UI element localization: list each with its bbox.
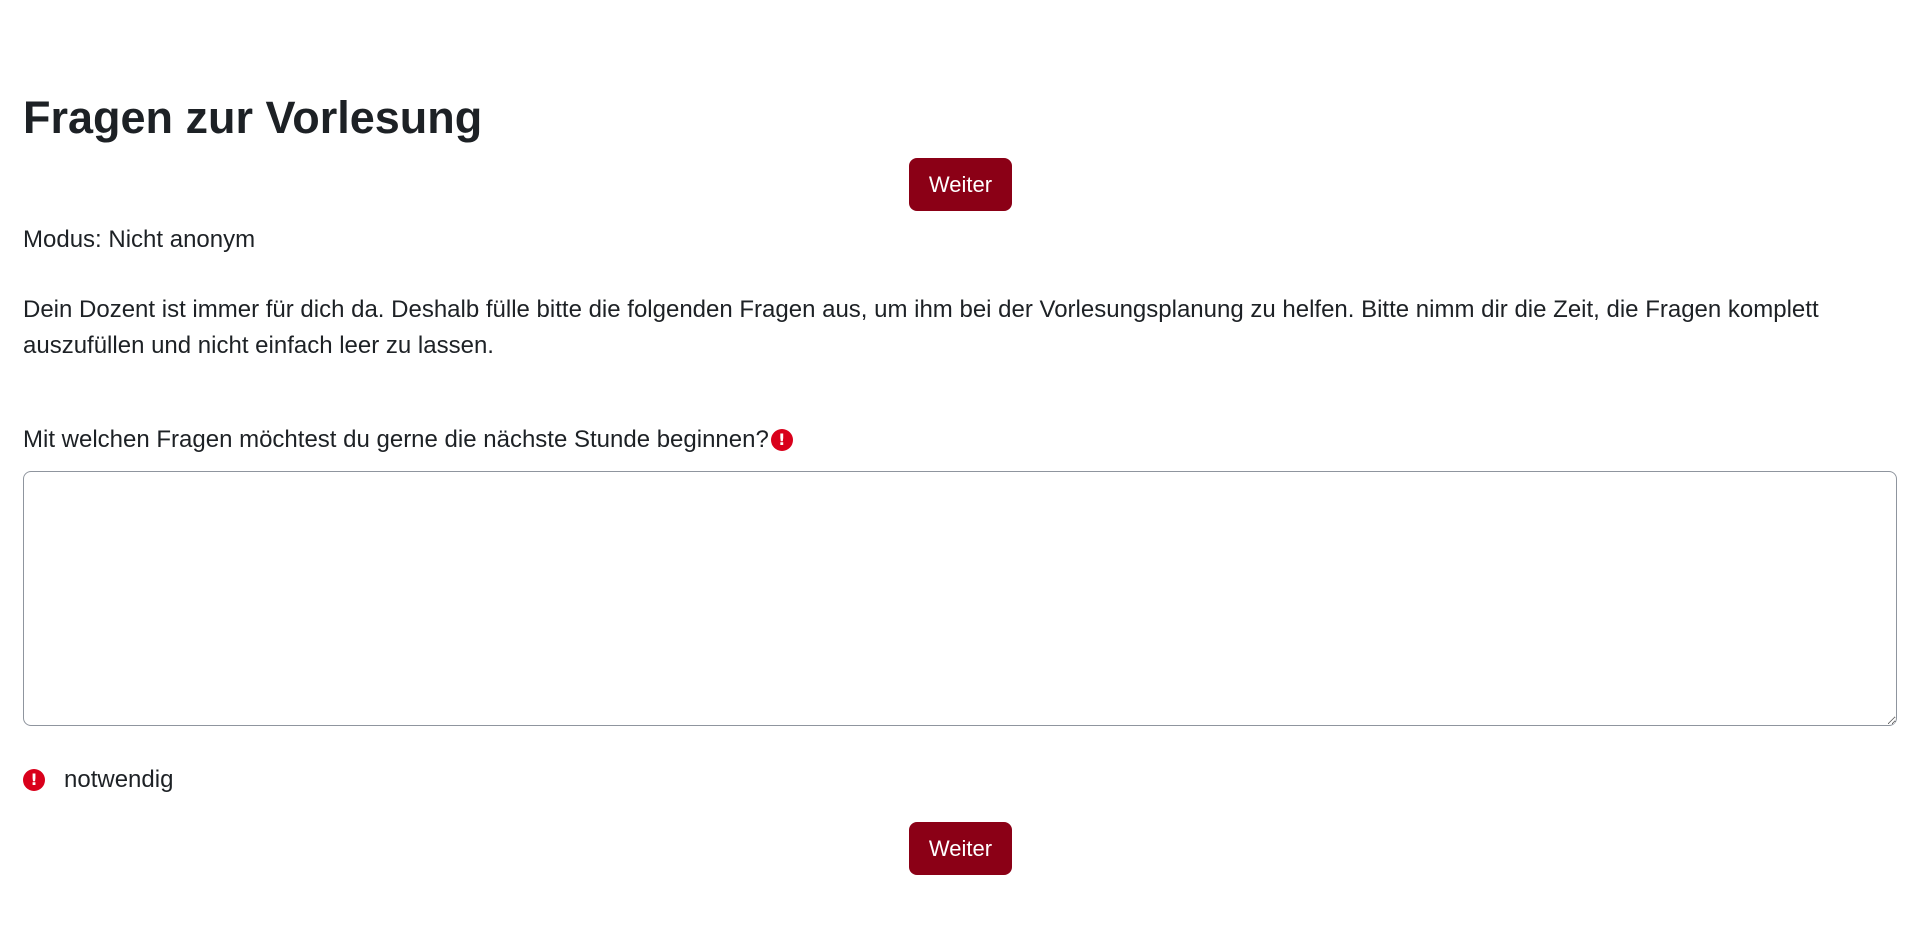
next-button-top[interactable]: Weiter (909, 158, 1012, 211)
required-legend: ! notwendig (23, 765, 173, 795)
answer-textarea[interactable] (23, 471, 1897, 726)
question-label: Mit welchen Fragen möchtest du gerne die… (23, 425, 793, 455)
required-icon: ! (770, 429, 793, 451)
mode-label: Modus: Nicht anonym (23, 226, 256, 253)
question-text: Mit welchen Fragen möchtest du gerne die… (23, 426, 769, 453)
next-button-bottom[interactable]: Weiter (909, 822, 1012, 875)
feedback-page: Fragen zur Vorlesung Weiter Modus: Nicht… (0, 0, 1920, 939)
required-legend-label: notwendig (64, 766, 174, 793)
intro-text: Dein Dozent ist immer für dich da. Desha… (23, 296, 1819, 359)
page-title: Fragen zur Vorlesung (23, 92, 483, 143)
required-legend-icon: ! (23, 769, 45, 791)
